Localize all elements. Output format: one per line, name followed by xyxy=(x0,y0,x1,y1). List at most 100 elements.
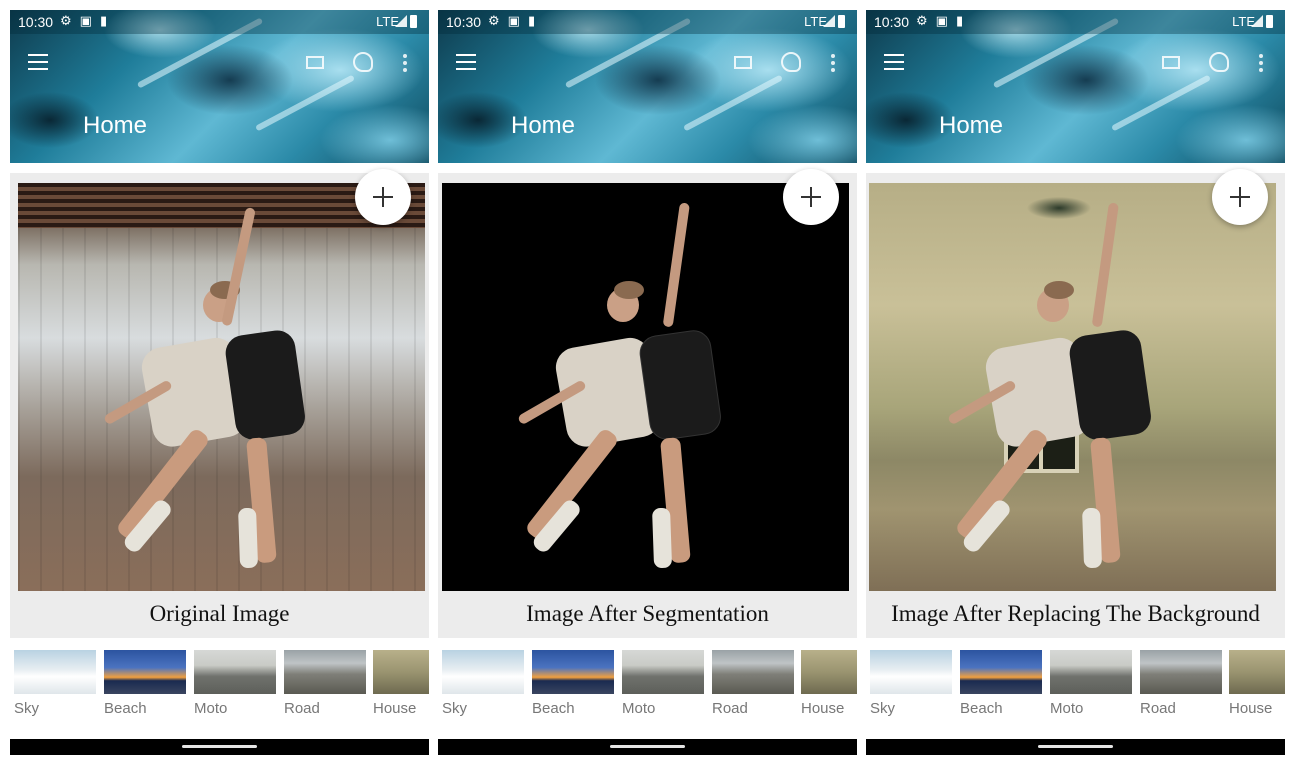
road-thumbnail[interactable] xyxy=(712,650,794,694)
background-thumbnail-strip[interactable]: Sky Beach Moto Road House xyxy=(10,648,429,720)
sky-thumbnail[interactable] xyxy=(14,650,96,694)
sky-thumbnail[interactable] xyxy=(442,650,524,694)
dancer-figure xyxy=(18,183,425,591)
beach-thumbnail[interactable] xyxy=(960,650,1042,694)
thumbnail-label: Beach xyxy=(532,700,575,717)
status-time: 10:30 xyxy=(446,14,482,30)
thumbnail-sky[interactable]: Sky xyxy=(442,650,524,717)
thumbnail-house[interactable]: House xyxy=(1229,650,1285,717)
gear-icon: ⚙ xyxy=(60,13,72,28)
thumbnail-road[interactable]: Road xyxy=(712,650,794,717)
thumbnail-label: Moto xyxy=(622,700,656,717)
page-title: Home xyxy=(83,112,148,139)
road-thumbnail[interactable] xyxy=(284,650,366,694)
thumbnail-label: Beach xyxy=(104,700,147,717)
dancer-figure xyxy=(869,183,1276,591)
notification-a-icon: ▣ xyxy=(507,13,520,28)
home-gesture-handle[interactable] xyxy=(610,745,685,748)
more-vert-icon[interactable] xyxy=(831,54,835,75)
background-thumbnail-strip[interactable]: Sky Beach Moto Road House xyxy=(438,648,857,720)
palette-icon[interactable] xyxy=(781,52,801,72)
home-gesture-handle[interactable] xyxy=(182,745,257,748)
thumbnail-label: Sky xyxy=(870,700,896,717)
moto-thumbnail[interactable] xyxy=(622,650,704,694)
mail-icon[interactable] xyxy=(306,56,324,69)
moto-thumbnail[interactable] xyxy=(194,650,276,694)
status-icons: ⚙ ▣ ▮ xyxy=(60,13,107,29)
add-image-button[interactable] xyxy=(1212,169,1268,225)
thumbnail-beach[interactable]: Beach xyxy=(960,650,1042,717)
road-thumbnail[interactable] xyxy=(1140,650,1222,694)
thumbnail-house[interactable]: House xyxy=(801,650,857,717)
thumbnail-road[interactable]: Road xyxy=(1140,650,1222,717)
beach-thumbnail[interactable] xyxy=(104,650,186,694)
thumbnail-label: House xyxy=(373,700,417,717)
battery-icon xyxy=(838,15,845,28)
thumbnail-road[interactable]: Road xyxy=(284,650,366,717)
thumbnail-label: Road xyxy=(1140,700,1176,717)
sd-card-icon: ▮ xyxy=(955,13,964,28)
add-image-button[interactable] xyxy=(783,169,839,225)
status-time: 10:30 xyxy=(874,14,910,30)
mail-icon[interactable] xyxy=(1162,56,1180,69)
header-banner: 10:30 ⚙ ▣ ▮ LTE Home xyxy=(10,10,429,163)
sky-thumbnail[interactable] xyxy=(870,650,952,694)
notification-a-icon: ▣ xyxy=(935,13,948,28)
thumbnail-label: House xyxy=(801,700,845,717)
thumbnail-house[interactable]: House xyxy=(373,650,429,717)
thumbnail-label: House xyxy=(1229,700,1273,717)
image-card: Original Image xyxy=(10,169,429,638)
page-title: Home xyxy=(939,112,1004,139)
thumbnail-label: Sky xyxy=(14,700,40,717)
home-gesture-handle[interactable] xyxy=(1038,745,1113,748)
status-bar: 10:30 ⚙ ▣ ▮ LTE xyxy=(438,10,857,34)
plus-icon xyxy=(373,187,393,207)
plus-icon xyxy=(801,187,821,207)
navigation-bar xyxy=(10,739,429,755)
image-caption: Original Image xyxy=(149,601,290,626)
more-vert-icon[interactable] xyxy=(403,54,407,75)
thumbnail-sky[interactable]: Sky xyxy=(870,650,952,717)
gear-icon: ⚙ xyxy=(488,13,500,28)
header-banner: 10:30 ⚙ ▣ ▮ LTE Home xyxy=(438,10,857,163)
replaced-background-photo xyxy=(869,183,1276,591)
thumbnail-label: Sky xyxy=(442,700,468,717)
house-thumbnail[interactable] xyxy=(373,650,429,694)
ice-streak xyxy=(255,74,355,132)
plus-icon xyxy=(1230,187,1250,207)
header-banner: 10:30 ⚙ ▣ ▮ LTE Home xyxy=(866,10,1285,163)
thumbnail-moto[interactable]: Moto xyxy=(622,650,704,717)
add-image-button[interactable] xyxy=(355,169,411,225)
more-vert-icon[interactable] xyxy=(1259,54,1263,75)
menu-icon[interactable] xyxy=(28,54,48,70)
thumbnail-beach[interactable]: Beach xyxy=(532,650,614,717)
thumbnail-label: Beach xyxy=(960,700,1003,717)
image-caption: Image After Replacing The Background xyxy=(891,601,1260,626)
navigation-bar xyxy=(866,739,1285,755)
palette-icon[interactable] xyxy=(353,52,373,72)
thumbnail-label: Moto xyxy=(1050,700,1084,717)
menu-icon[interactable] xyxy=(884,54,904,70)
thumbnail-label: Moto xyxy=(194,700,228,717)
phone-screen-segmentation: 10:30 ⚙ ▣ ▮ LTE Home Image After Segment… xyxy=(438,10,857,755)
palette-icon[interactable] xyxy=(1209,52,1229,72)
background-thumbnail-strip[interactable]: Sky Beach Moto Road House xyxy=(866,648,1285,720)
segmented-photo xyxy=(442,183,849,591)
notification-a-icon: ▣ xyxy=(79,13,92,28)
moto-thumbnail[interactable] xyxy=(1050,650,1132,694)
menu-icon[interactable] xyxy=(456,54,476,70)
thumbnail-sky[interactable]: Sky xyxy=(14,650,96,717)
house-thumbnail[interactable] xyxy=(1229,650,1285,694)
battery-icon xyxy=(410,15,417,28)
thumbnail-moto[interactable]: Moto xyxy=(194,650,276,717)
phone-screen-replaced: 10:30 ⚙ ▣ ▮ LTE Home Image After Replaci… xyxy=(866,10,1285,755)
ice-streak xyxy=(683,74,783,132)
beach-thumbnail[interactable] xyxy=(532,650,614,694)
thumbnail-beach[interactable]: Beach xyxy=(104,650,186,717)
thumbnail-moto[interactable]: Moto xyxy=(1050,650,1132,717)
mail-icon[interactable] xyxy=(734,56,752,69)
house-thumbnail[interactable] xyxy=(801,650,857,694)
phone-screen-original: 10:30 ⚙ ▣ ▮ LTE Home Original Image Sky … xyxy=(10,10,429,755)
thumbnail-label: Road xyxy=(712,700,748,717)
signal-icon xyxy=(395,15,407,27)
